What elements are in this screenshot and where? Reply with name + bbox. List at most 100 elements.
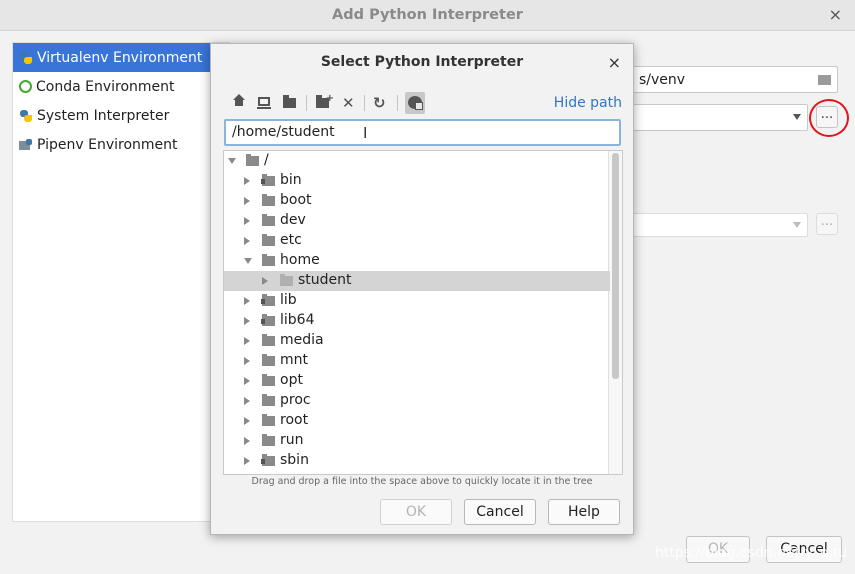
tree-item-dev[interactable]: dev: [224, 211, 610, 231]
show-hidden-icon[interactable]: [405, 92, 425, 114]
tree-item-boot[interactable]: boot: [224, 191, 610, 211]
tree-item-label: run: [280, 432, 304, 448]
expand-arrow-closed-icon[interactable]: [244, 397, 250, 405]
folder-icon: [261, 174, 275, 186]
expand-arrow-closed-icon[interactable]: [244, 417, 250, 425]
existing-interpreter-select: [622, 213, 808, 237]
env-item-label: Pipenv Environment: [37, 136, 178, 153]
expand-arrow-closed-icon[interactable]: [244, 437, 250, 445]
expand-arrow-closed-icon[interactable]: [244, 317, 250, 325]
help-button[interactable]: Help: [548, 499, 620, 525]
delete-icon[interactable]: ✕: [339, 92, 359, 114]
folder-icon: [262, 354, 275, 366]
location-value: s/venv: [639, 72, 686, 88]
select-interpreter-dialog: Select Python Interpreter × ✕ ↻ Hide pat…: [210, 43, 634, 535]
toolbar-separator: [364, 95, 365, 111]
new-folder-icon[interactable]: [313, 92, 334, 114]
expand-arrow-closed-icon[interactable]: [244, 377, 250, 385]
tree-item-label: dev: [280, 212, 306, 228]
expand-arrow-open-icon[interactable]: [244, 258, 252, 264]
tree-item-mnt[interactable]: mnt: [224, 351, 610, 371]
desktop-icon[interactable]: [254, 92, 274, 114]
tree-item-lib[interactable]: lib: [224, 291, 610, 311]
folder-icon[interactable]: [818, 75, 831, 85]
tree-item-bin[interactable]: bin: [224, 171, 610, 191]
tree-item-opt[interactable]: opt: [224, 371, 610, 391]
folder-icon: [262, 374, 275, 386]
watermark: https://blog.csdn.net/y_qjtu: [655, 545, 848, 561]
project-folder-icon[interactable]: [280, 92, 300, 114]
env-item-label: System Interpreter: [37, 107, 170, 124]
tree-scrollbar[interactable]: [608, 151, 622, 474]
dialog-title: Select Python Interpreter: [320, 54, 524, 70]
folder-icon: [262, 234, 275, 246]
folder-icon: [246, 154, 259, 166]
tree-item-root[interactable]: root: [224, 411, 610, 431]
tree-item-label: home: [280, 252, 320, 268]
path-value: /home/student: [232, 124, 335, 140]
tree-item-run[interactable]: run: [224, 431, 610, 451]
tree-item-label: mnt: [280, 352, 308, 368]
location-field[interactable]: s/venv: [622, 66, 838, 93]
folder-icon: [262, 394, 275, 406]
outer-close-icon[interactable]: ×: [829, 5, 842, 24]
refresh-icon[interactable]: ↻: [371, 92, 391, 114]
tree-item-student[interactable]: student: [224, 271, 610, 291]
env-item-virtualenv[interactable]: Virtualenv Environment: [13, 43, 229, 72]
tree-item-root-dir[interactable]: /: [224, 151, 610, 171]
tree-item-proc[interactable]: proc: [224, 391, 610, 411]
virtualenv-icon: [19, 51, 33, 65]
home-icon[interactable]: [229, 92, 249, 114]
env-item-pipenv[interactable]: Pipenv Environment: [13, 130, 229, 159]
tree-item-sbin[interactable]: sbin: [224, 451, 610, 471]
python-icon: [19, 109, 33, 123]
expand-arrow-closed-icon[interactable]: [244, 357, 250, 365]
tree-item-label: /: [264, 152, 269, 168]
file-tree[interactable]: / bin boot dev etc home student lib lib64 media mn…: [223, 150, 623, 475]
path-input[interactable]: /home/student I: [224, 119, 621, 146]
browse-existing-button: ...: [816, 213, 838, 235]
tree-item-home[interactable]: home: [224, 251, 610, 271]
expand-arrow-closed-icon[interactable]: [244, 297, 250, 305]
base-interpreter-select[interactable]: [622, 104, 808, 131]
tree-item-label: bin: [280, 172, 302, 188]
environment-type-list: Virtualenv Environment Conda Environment…: [12, 42, 230, 522]
toolbar-separator: [306, 95, 307, 111]
expand-arrow-closed-icon[interactable]: [244, 237, 250, 245]
text-cursor-icon: I: [363, 124, 368, 142]
expand-arrow-closed-icon[interactable]: [244, 197, 250, 205]
folder-icon: [262, 414, 275, 426]
scrollbar-thumb[interactable]: [612, 153, 619, 379]
folder-icon: [261, 454, 275, 466]
chevron-down-icon: [793, 114, 801, 120]
folder-icon: [262, 334, 275, 346]
hide-path-link[interactable]: Hide path: [554, 95, 622, 111]
tree-item-media[interactable]: media: [224, 331, 610, 351]
env-item-label: Conda Environment: [36, 78, 175, 95]
tree-item-lib64[interactable]: lib64: [224, 311, 610, 331]
tree-item-label: opt: [280, 372, 303, 388]
toolbar-separator: [397, 95, 398, 111]
expand-arrow-open-icon[interactable]: [228, 158, 236, 164]
tree-item-label: lib64: [280, 312, 315, 328]
expand-arrow-closed-icon[interactable]: [244, 457, 250, 465]
tree-item-label: root: [280, 412, 309, 428]
expand-arrow-closed-icon[interactable]: [262, 277, 268, 285]
expand-arrow-closed-icon[interactable]: [244, 337, 250, 345]
env-item-conda[interactable]: Conda Environment: [13, 72, 229, 101]
tree-item-etc[interactable]: etc: [224, 231, 610, 251]
tree-item-label: media: [280, 332, 324, 348]
tree-item-label: student: [298, 272, 352, 288]
folder-icon: [280, 274, 293, 286]
close-icon[interactable]: ×: [608, 53, 621, 72]
expand-arrow-closed-icon[interactable]: [244, 217, 250, 225]
folder-icon: [262, 434, 275, 446]
cancel-button[interactable]: Cancel: [464, 499, 536, 525]
dialog-titlebar: Select Python Interpreter ×: [211, 44, 633, 80]
tree-item-label: sbin: [280, 452, 309, 468]
env-item-system[interactable]: System Interpreter: [13, 101, 229, 130]
folder-icon: [262, 194, 275, 206]
tree-item-label: lib: [280, 292, 297, 308]
ok-button: OK: [380, 499, 452, 525]
expand-arrow-closed-icon[interactable]: [244, 177, 250, 185]
